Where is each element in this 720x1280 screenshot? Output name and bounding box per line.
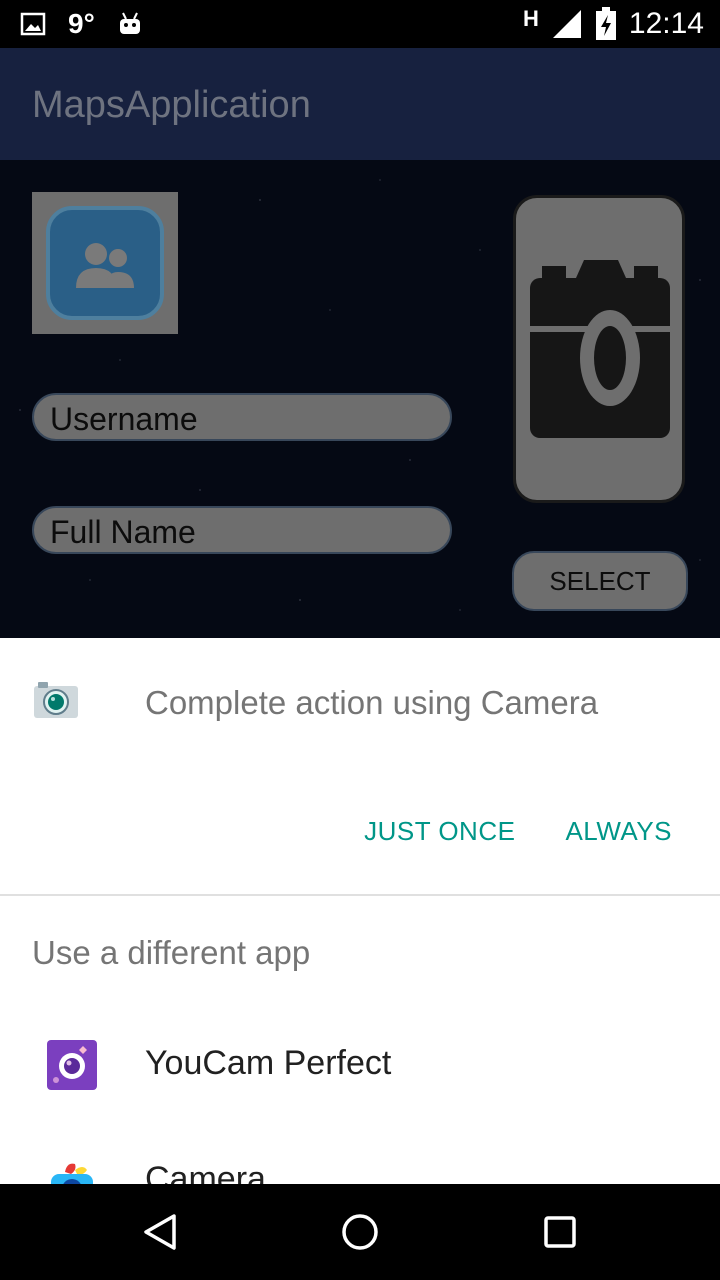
app-option-label: Camera [145, 1160, 266, 1184]
camera-app-icon [34, 682, 78, 718]
camera-image-button[interactable] [513, 195, 685, 503]
always-button[interactable]: ALWAYS [565, 816, 672, 847]
recents-icon[interactable] [538, 1210, 582, 1254]
chooser-actions: JUST ONCE ALWAYS [364, 816, 672, 847]
app-option-youcam-perfect[interactable]: YouCam Perfect [0, 1016, 720, 1112]
just-once-button[interactable]: JUST ONCE [364, 816, 515, 847]
back-icon[interactable] [138, 1210, 182, 1254]
username-field[interactable]: Username [32, 393, 452, 441]
camera-icon [530, 260, 670, 438]
chooser-header: Complete action using Camera JUST ONCE A… [0, 638, 720, 894]
avatar-image[interactable] [32, 192, 178, 334]
chooser-sheet: Complete action using Camera JUST ONCE A… [0, 638, 720, 1184]
network-type-text: H [523, 6, 539, 31]
full-name-placeholder: Full Name [50, 514, 196, 550]
divider [0, 894, 720, 896]
android-icon [119, 12, 140, 34]
signal-icon [552, 10, 581, 38]
contacts-icon [46, 206, 164, 320]
camera-app-icon [51, 1163, 93, 1184]
select-button[interactable]: SELECT [512, 551, 688, 611]
main-content: Username Full Name SELECT [0, 160, 720, 638]
app-title: MapsApplication [32, 84, 311, 126]
username-placeholder: Username [50, 401, 198, 437]
app-option-label: YouCam Perfect [145, 1044, 392, 1082]
app-option-camera[interactable]: Camera [0, 1132, 720, 1184]
chooser-subheader: Use a different app [32, 934, 311, 971]
navigation-bar [0, 1184, 720, 1280]
image-icon [20, 12, 46, 36]
home-icon[interactable] [338, 1210, 382, 1254]
app-bar: MapsApplication [0, 48, 720, 160]
status-bar: 9° H 12:14 [0, 0, 720, 48]
temperature-text: 9° [68, 8, 95, 39]
clock-text: 12:14 [628, 7, 704, 40]
battery-charging-icon [595, 7, 616, 40]
youcam-perfect-icon [47, 1040, 97, 1090]
full-name-field[interactable]: Full Name [32, 506, 452, 554]
chooser-title: Complete action using Camera [145, 684, 599, 721]
